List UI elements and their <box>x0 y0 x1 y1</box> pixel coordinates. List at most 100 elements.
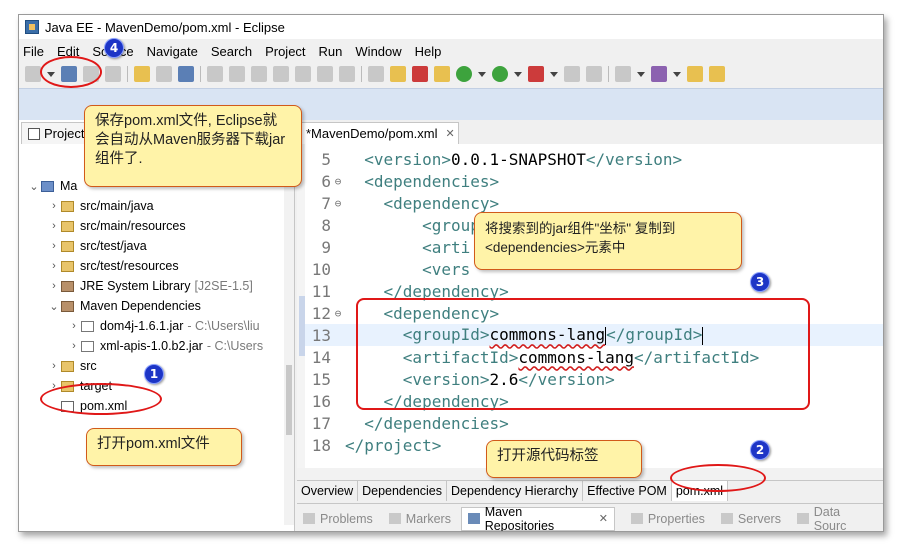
menu-window[interactable]: Window <box>355 44 401 59</box>
tree-item-src-main-java[interactable]: › src/main/java <box>19 196 294 216</box>
new-wizard-dropdown-icon[interactable] <box>637 71 645 77</box>
print-icon[interactable] <box>105 66 121 82</box>
web-browser-icon[interactable] <box>412 66 428 82</box>
tree-item-src-test-resources[interactable]: › src/test/resources <box>19 256 294 276</box>
menu-run[interactable]: Run <box>319 44 343 59</box>
debug-dropdown-icon[interactable] <box>478 71 486 77</box>
step-over-icon[interactable] <box>317 66 333 82</box>
open-file-icon[interactable] <box>709 66 725 82</box>
jar-icon <box>81 340 94 352</box>
menu-search[interactable]: Search <box>211 44 252 59</box>
editor-tab-pom[interactable]: *MavenDemo/pom.xml ✕ <box>299 122 459 144</box>
tab-dependency-hierarchy[interactable]: Dependency Hierarchy <box>447 480 584 501</box>
library-icon <box>61 300 74 312</box>
callout-open-source-tab: 打开源代码标签 <box>486 440 642 478</box>
tab-data-source[interactable]: Data Sourc <box>791 505 875 531</box>
open-task-icon[interactable] <box>156 66 172 82</box>
chevron-right-icon[interactable]: › <box>67 340 81 352</box>
tree-item-dom4j-jar[interactable]: › dom4j-1.6.1.jar - C:\Users\liu <box>19 316 294 336</box>
step-badge-3: 3 <box>750 272 770 292</box>
disconnect-icon[interactable] <box>586 66 602 82</box>
server-icon[interactable] <box>434 66 450 82</box>
step-into-icon[interactable] <box>295 66 311 82</box>
code-text: <version>0.0.1-SNAPSHOT</version> <box>345 150 682 169</box>
tab-maven-repositories[interactable]: Maven Repositories ✕ <box>460 505 615 531</box>
chevron-down-icon[interactable]: ⌄ <box>47 300 61 313</box>
chevron-right-icon[interactable]: › <box>47 200 61 212</box>
console-icon[interactable] <box>178 66 194 82</box>
code-line[interactable]: 7 ⊖ <dependency> <box>305 192 883 214</box>
editor-ruler <box>297 144 305 468</box>
fold-toggle-icon[interactable]: ⊖ <box>331 175 345 188</box>
fold-toggle-icon[interactable]: ⊖ <box>331 197 345 210</box>
code-text: <arti <box>345 238 470 257</box>
chevron-right-icon[interactable]: › <box>47 360 61 372</box>
eclipse-app-icon <box>25 20 39 34</box>
source-folder-icon <box>61 220 74 232</box>
fold-toggle-icon[interactable]: ⊖ <box>331 307 345 320</box>
maven-project-icon <box>41 180 54 192</box>
chevron-right-icon[interactable]: › <box>47 220 61 232</box>
project-explorer-tab-label: Project <box>44 126 85 141</box>
code-line[interactable]: 5 <version>0.0.1-SNAPSHOT</version> <box>305 148 883 170</box>
tree-item-jre-system-library[interactable]: › JRE System Library [J2SE-1.5] <box>19 276 294 296</box>
menu-help[interactable]: Help <box>415 44 442 59</box>
title-bar: Java EE - MavenDemo/pom.xml - Eclipse <box>19 15 883 39</box>
chevron-right-icon[interactable]: › <box>47 260 61 272</box>
tree-item-src-main-resources[interactable]: › src/main/resources <box>19 216 294 236</box>
chevron-right-icon[interactable]: › <box>67 320 81 332</box>
suspend-icon[interactable] <box>251 66 267 82</box>
maven-repositories-icon <box>467 513 480 524</box>
external-tools-icon[interactable] <box>528 66 544 82</box>
code-line[interactable]: 17 </dependencies> <box>305 412 883 434</box>
chevron-right-icon[interactable]: › <box>47 240 61 252</box>
tree-item-detail: [J2SE-1.5] <box>194 279 253 293</box>
terminate-icon[interactable] <box>273 66 289 82</box>
menu-project[interactable]: Project <box>265 44 305 59</box>
tab-effective-pom[interactable]: Effective POM <box>583 480 672 501</box>
run-dropdown-icon[interactable] <box>514 71 522 77</box>
tab-markers[interactable]: Markers <box>383 512 451 526</box>
menu-navigate[interactable]: Navigate <box>147 44 198 59</box>
scrollbar-thumb[interactable] <box>286 365 292 435</box>
step-badge-4: 4 <box>104 38 124 58</box>
close-icon[interactable]: ✕ <box>599 512 608 525</box>
skip-breakpoints-icon[interactable] <box>207 66 223 82</box>
external-tools-dropdown-icon[interactable] <box>550 71 558 77</box>
menu-file[interactable]: File <box>23 44 44 59</box>
new-class-dropdown-icon[interactable] <box>673 71 681 77</box>
run-icon[interactable] <box>492 66 508 82</box>
tab-overview[interactable]: Overview <box>297 480 359 501</box>
stop-icon[interactable] <box>564 66 580 82</box>
xml-tag: </version> <box>585 149 683 169</box>
open-type-icon[interactable] <box>134 66 150 82</box>
new-class-icon[interactable] <box>651 66 667 82</box>
open-folder-icon[interactable] <box>687 66 703 82</box>
tab-properties[interactable]: Properties <box>625 512 705 526</box>
line-number: 8 <box>321 215 331 235</box>
step-return-icon[interactable] <box>339 66 355 82</box>
tree-item-src-test-java[interactable]: › src/test/java <box>19 236 294 256</box>
debug-icon[interactable] <box>456 66 472 82</box>
tab-dependencies[interactable]: Dependencies <box>358 480 448 501</box>
tab-problems[interactable]: Problems <box>297 512 373 526</box>
xml-tag: <group <box>422 215 480 235</box>
code-text: <vers <box>345 260 470 279</box>
tree-item-label: Maven Dependencies <box>80 299 201 313</box>
annotation-icon[interactable] <box>390 66 406 82</box>
tab-label: Markers <box>405 511 451 526</box>
new-icon[interactable] <box>25 66 41 82</box>
tree-item-maven-dependencies[interactable]: ⌄ Maven Dependencies <box>19 296 294 316</box>
xml-tag: <arti <box>422 237 471 257</box>
explorer-scrollbar[interactable] <box>284 165 294 525</box>
tab-servers[interactable]: Servers <box>715 512 781 526</box>
chevron-right-icon[interactable]: › <box>47 280 61 292</box>
tree-item-xml-apis-jar[interactable]: › xml-apis-1.0.b2.jar - C:\Users <box>19 336 294 356</box>
new-wizard-icon[interactable] <box>615 66 631 82</box>
chevron-down-icon[interactable]: ⌄ <box>27 180 41 193</box>
toggle-mark-icon[interactable] <box>368 66 384 82</box>
code-line[interactable]: 6 ⊖ <dependencies> <box>305 170 883 192</box>
close-icon[interactable]: ✕ <box>446 127 455 140</box>
pom-editor-tabs: Overview Dependencies Dependency Hierarc… <box>297 480 883 501</box>
resume-icon[interactable] <box>229 66 245 82</box>
